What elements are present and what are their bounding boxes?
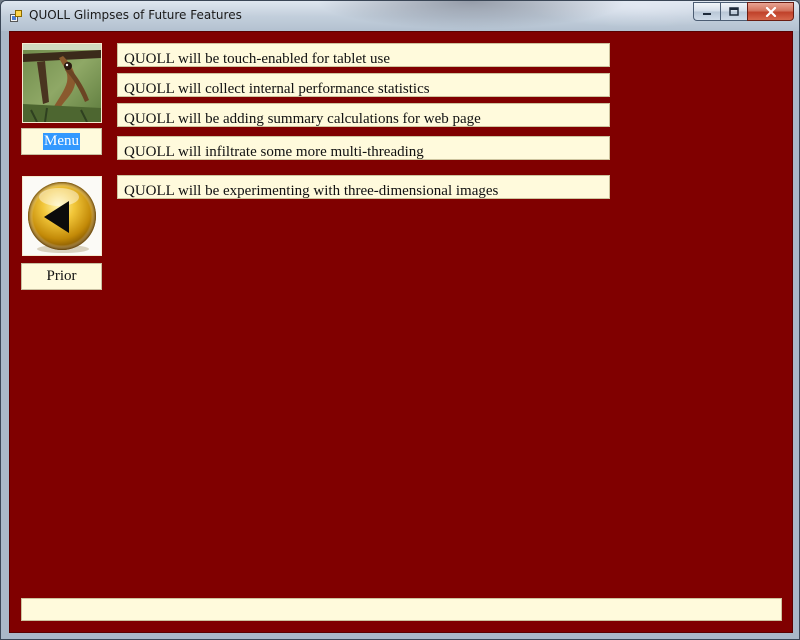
app-icon[interactable] xyxy=(10,10,22,22)
title-bar[interactable]: QUOLL Glimpses of Future Features xyxy=(1,1,799,31)
prior-button-label: Prior xyxy=(46,268,77,284)
animal-on-branch-photo xyxy=(23,44,101,122)
close-button[interactable] xyxy=(747,2,794,21)
window-title: QUOLL Glimpses of Future Features xyxy=(29,8,242,22)
menu-button-label: Menu xyxy=(43,133,80,150)
menu-picture-button[interactable] xyxy=(22,43,102,123)
maximize-button[interactable] xyxy=(720,2,747,21)
minimize-icon xyxy=(703,12,711,15)
prior-picture-button[interactable] xyxy=(22,176,102,256)
app-window: QUOLL Glimpses of Future Features Menu P… xyxy=(0,0,800,640)
window-controls xyxy=(693,2,794,21)
feature-item: QUOLL will be touch-enabled for tablet u… xyxy=(117,43,610,67)
feature-item: QUOLL will infiltrate some more multi-th… xyxy=(117,136,610,160)
maximize-icon xyxy=(729,7,739,16)
feature-item: QUOLL will be experimenting with three-d… xyxy=(117,175,610,199)
feature-item: QUOLL will collect internal performance … xyxy=(117,73,610,97)
status-text-field[interactable] xyxy=(21,598,782,621)
prior-button[interactable]: Prior xyxy=(21,263,102,290)
main-panel: Menu Prior QUOLL will be touch-enabled f… xyxy=(9,31,793,633)
close-icon xyxy=(765,6,776,17)
minimize-button[interactable] xyxy=(693,2,720,21)
gold-back-arrow-orb-icon xyxy=(23,177,101,255)
feature-item: QUOLL will be adding summary calculation… xyxy=(117,103,610,127)
menu-button[interactable]: Menu xyxy=(21,128,102,155)
